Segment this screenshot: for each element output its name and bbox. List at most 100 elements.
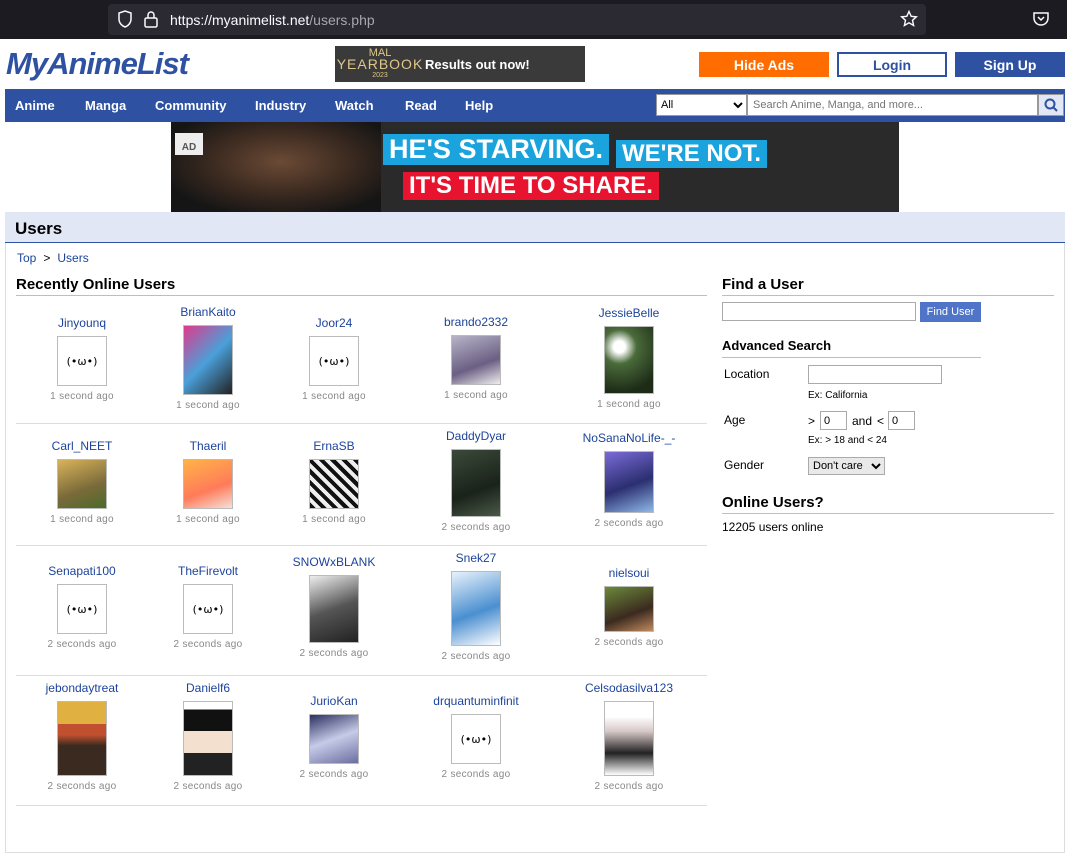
user-avatar[interactable] xyxy=(309,459,359,509)
user-card: JessieBelle 1 second ago xyxy=(566,306,692,410)
search-input[interactable] xyxy=(747,94,1038,116)
last-online-time: 1 second ago xyxy=(597,399,661,410)
site-logo[interactable]: MyAnimeList xyxy=(6,46,189,82)
page-title-bar: Users xyxy=(5,212,1065,243)
last-online-time: 2 seconds ago xyxy=(173,639,243,650)
nav-industry[interactable]: Industry xyxy=(255,98,306,113)
user-avatar[interactable] xyxy=(57,459,107,509)
age-min-input[interactable] xyxy=(820,411,847,430)
last-online-time: 1 second ago xyxy=(302,514,366,525)
user-card: Jinyounq (•ω•) 1 second ago xyxy=(19,316,145,402)
user-name-link[interactable]: TheFirevolt xyxy=(145,564,271,578)
user-name-link[interactable]: ErnaSB xyxy=(271,439,397,453)
breadcrumb-top[interactable]: Top xyxy=(17,251,36,265)
nav-manga[interactable]: Manga xyxy=(85,98,126,113)
user-name-link[interactable]: nielsoui xyxy=(566,566,692,580)
user-avatar[interactable]: (•ω•) xyxy=(57,584,107,634)
user-name-link[interactable]: JurioKan xyxy=(271,694,397,708)
search-button[interactable] xyxy=(1038,94,1064,116)
user-avatar[interactable]: (•ω•) xyxy=(57,336,107,386)
user-name-link[interactable]: BrianKaito xyxy=(145,305,271,319)
user-avatar[interactable] xyxy=(183,325,233,395)
user-name-link[interactable]: Snek27 xyxy=(413,551,539,565)
find-user-button[interactable]: Find User xyxy=(920,302,981,322)
nav-watch[interactable]: Watch xyxy=(335,98,374,113)
user-name-link[interactable]: JessieBelle xyxy=(566,306,692,320)
last-online-time: 2 seconds ago xyxy=(299,648,369,659)
search-scope-select[interactable]: All xyxy=(656,94,747,116)
advanced-search-heading: Advanced Search xyxy=(722,338,832,353)
user-name-link[interactable]: brando2332 xyxy=(413,315,539,329)
user-avatar[interactable]: (•ω•) xyxy=(309,336,359,386)
address-bar[interactable]: https://myanimelist.net/users.php xyxy=(108,4,926,35)
url-text[interactable]: https://myanimelist.net/users.php xyxy=(170,12,375,28)
nav-anime[interactable]: Anime xyxy=(15,98,55,113)
divider xyxy=(722,513,1054,514)
nav-community[interactable]: Community xyxy=(155,98,227,113)
user-name-link[interactable]: Jinyounq xyxy=(19,316,145,330)
user-name-link[interactable]: drquantuminfinit xyxy=(413,694,539,708)
last-online-time: 1 second ago xyxy=(176,400,240,411)
user-card: drquantuminfinit (•ω•) 2 seconds ago xyxy=(413,694,539,780)
last-online-time: 2 seconds ago xyxy=(594,637,664,648)
yearbook-banner[interactable]: MAL YEARBOOK 2023 Results out now! xyxy=(335,46,585,82)
user-avatar[interactable] xyxy=(183,459,233,509)
user-card: NoSanaNoLife-_- 2 seconds ago xyxy=(566,431,692,529)
user-name-link[interactable]: DaddyDyar xyxy=(413,429,539,443)
page-title: Users xyxy=(15,219,63,238)
last-online-time: 1 second ago xyxy=(50,514,114,525)
default-avatar-kaomoji: (•ω•) xyxy=(318,354,350,368)
user-avatar[interactable] xyxy=(309,714,359,764)
user-name-link[interactable]: Thaeril xyxy=(145,439,271,453)
search-icon xyxy=(1044,98,1058,112)
user-avatar[interactable]: (•ω•) xyxy=(451,714,501,764)
breadcrumb: Top > Users xyxy=(17,251,89,265)
age-max-input[interactable] xyxy=(888,411,915,430)
shield-icon[interactable] xyxy=(117,10,133,28)
browser-toolbar: https://myanimelist.net/users.php xyxy=(0,0,1067,39)
user-avatar[interactable] xyxy=(309,575,359,643)
user-name-link[interactable]: SNOWxBLANK xyxy=(271,555,397,569)
user-avatar[interactable] xyxy=(451,335,501,385)
user-avatar[interactable] xyxy=(57,701,107,776)
location-input[interactable] xyxy=(808,365,942,384)
user-name-link[interactable]: NoSanaNoLife-_- xyxy=(566,431,692,445)
last-online-time: 2 seconds ago xyxy=(594,781,664,792)
online-count: 12205 users online xyxy=(722,520,824,534)
user-card: BrianKaito 1 second ago xyxy=(145,305,271,411)
user-avatar[interactable] xyxy=(451,571,501,646)
user-name-link[interactable]: Carl_NEET xyxy=(19,439,145,453)
user-name-link[interactable]: Danielf6 xyxy=(145,681,271,695)
user-card: TheFirevolt (•ω•) 2 seconds ago xyxy=(145,564,271,650)
gender-select[interactable]: Don't care xyxy=(808,457,885,475)
user-avatar[interactable] xyxy=(451,449,501,517)
user-name-link[interactable]: Senapati100 xyxy=(19,564,145,578)
user-name-link[interactable]: jebondaytreat xyxy=(19,681,145,695)
user-card: nielsoui 2 seconds ago xyxy=(566,566,692,648)
bookmark-star-icon[interactable] xyxy=(900,10,918,28)
last-online-time: 1 second ago xyxy=(302,391,366,402)
ad-banner[interactable]: AD HE'S STARVING. WE'RE NOT. IT'S TIME T… xyxy=(171,122,899,212)
lock-icon[interactable] xyxy=(143,10,159,28)
user-avatar[interactable] xyxy=(604,326,654,394)
user-card: Snek27 2 seconds ago xyxy=(413,551,539,662)
gender-label: Gender xyxy=(724,458,765,472)
nav-help[interactable]: Help xyxy=(465,98,493,113)
user-avatar[interactable] xyxy=(604,701,654,776)
user-avatar[interactable]: (•ω•) xyxy=(183,584,233,634)
last-online-time: 2 seconds ago xyxy=(173,781,243,792)
user-avatar[interactable] xyxy=(183,701,233,776)
user-card: Carl_NEET 1 second ago xyxy=(19,439,145,525)
divider xyxy=(16,295,707,296)
breadcrumb-users[interactable]: Users xyxy=(57,251,88,265)
nav-read[interactable]: Read xyxy=(405,98,437,113)
signup-button[interactable]: Sign Up xyxy=(955,52,1065,77)
user-name-link[interactable]: Joor24 xyxy=(271,316,397,330)
user-avatar[interactable] xyxy=(604,451,654,513)
user-avatar[interactable] xyxy=(604,586,654,632)
find-user-input[interactable] xyxy=(722,302,916,321)
pocket-icon[interactable] xyxy=(1032,10,1050,28)
hide-ads-button[interactable]: Hide Ads xyxy=(699,52,829,77)
user-name-link[interactable]: Celsodasilva123 xyxy=(566,681,692,695)
login-button[interactable]: Login xyxy=(837,52,947,77)
